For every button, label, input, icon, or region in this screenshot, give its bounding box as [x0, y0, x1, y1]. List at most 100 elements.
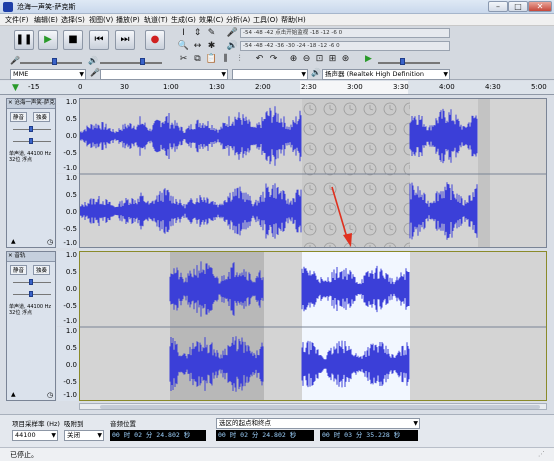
track1-pan-thumb[interactable]	[29, 138, 33, 144]
track1-solo-button[interactable]: 独奏	[33, 112, 51, 122]
toolbar-area: ❚❚ ▶ ■ ⏮ ⏭ ● I ⇕ ✎ 🔍 ↔ ✱ ✂ ⧉ 📋 ⫼ ⫶ ↶ ↷ ⊕…	[0, 26, 554, 80]
draw-tool-icon[interactable]: ✎	[205, 27, 218, 39]
track1-name[interactable]: 沧海一声笑-萨克	[14, 100, 55, 106]
audio-position-label: 音频位置	[110, 420, 136, 428]
track2-close-icon[interactable]: ✕	[7, 253, 13, 259]
record-button[interactable]: ●	[145, 30, 165, 50]
resize-grip-icon[interactable]: ⋰	[538, 450, 550, 460]
menu-track[interactable]: 轨道(T)	[141, 15, 171, 25]
selection-toolbar: 项目采样率 (Hz) 44100 ▼ 吸附到 关闭 ▼ 音频位置 00 时 02 分…	[0, 414, 554, 447]
timeshift-tool-icon[interactable]: ↔	[191, 40, 204, 52]
skip-start-button[interactable]: ⏮	[89, 30, 109, 50]
track2-collapse-icon[interactable]: ▲	[11, 391, 16, 398]
red-arrow-annotation	[331, 186, 352, 247]
redo-icon[interactable]: ↷	[267, 53, 280, 65]
selection-end-field[interactable]: 00 时 03 分 35.228 秒	[320, 430, 418, 441]
output-speaker-icon: 🔊	[311, 68, 321, 77]
play-speed-track[interactable]	[378, 62, 440, 64]
track1-waveform-area[interactable]	[79, 98, 547, 248]
track2-gain-thumb[interactable]	[29, 279, 33, 285]
menu-help[interactable]: 帮助(H)	[278, 15, 309, 25]
close-button[interactable]: ✕	[528, 1, 552, 12]
skip-end-button[interactable]: ⏭	[115, 30, 135, 50]
fit-selection-icon[interactable]: ⊡	[313, 53, 326, 65]
scrollbar-thumb[interactable]	[100, 405, 540, 409]
track2-select-icon[interactable]: ◷	[47, 391, 53, 399]
envelope-tool-icon[interactable]: ⇕	[191, 27, 204, 39]
menu-tools[interactable]: 工具(O)	[250, 15, 281, 25]
record-volume-thumb[interactable]	[52, 58, 57, 65]
selection-mode-select[interactable]: 选区的起点和终点 ▼	[216, 418, 420, 429]
selection-tool-icon[interactable]: I	[177, 27, 190, 39]
minimize-button[interactable]: –	[488, 1, 508, 12]
recording-device-select[interactable]: ▼	[100, 69, 228, 80]
zoom-toggle-icon[interactable]: ⊛	[339, 53, 352, 65]
zoom-out-icon[interactable]: ⊖	[300, 53, 313, 65]
track1-header[interactable]: ✕ 沧海一声笑-萨克	[7, 99, 55, 109]
track2-waveform-area[interactable]	[79, 251, 547, 401]
menu-view[interactable]: 视图(V)	[86, 15, 116, 25]
snap-to-select[interactable]: 关闭 ▼	[64, 430, 104, 441]
menu-effect[interactable]: 效果(C)	[196, 15, 226, 25]
playback-device-select[interactable]: 扬声器 (Realtek High Definition ▼	[322, 69, 450, 80]
track1-info: 单声道, 44100 Hz 32位 浮点	[9, 151, 52, 163]
silence-icon[interactable]: ⫶	[233, 53, 246, 65]
scale-label: 0.0	[65, 132, 77, 140]
scale-label: 0.5	[65, 115, 77, 123]
menu-analyze[interactable]: 分析(A)	[223, 15, 253, 25]
track2-mute-button[interactable]: 静音	[10, 265, 28, 275]
recording-channels-select[interactable]: ▼	[232, 69, 308, 80]
menu-generate[interactable]: 生成(G)	[168, 15, 199, 25]
track1-select-icon[interactable]: ◷	[47, 238, 53, 246]
track2-header[interactable]: ✕ 音轨	[7, 252, 55, 262]
menu-bar: 文件(F) 编辑(E) 选择(S) 视图(V) 播放(P) 轨道(T) 生成(G…	[0, 14, 554, 26]
menu-file[interactable]: 文件(F)	[2, 15, 32, 25]
multi-tool-icon[interactable]: ✱	[205, 40, 218, 52]
track1-control-panel[interactable]: ✕ 沧海一声笑-萨克 静音 独奏 单声道, 44100 Hz 32位 浮点 ▲ …	[6, 98, 56, 248]
fit-project-icon[interactable]: ⊞	[326, 53, 339, 65]
play-head-marker-icon[interactable]: ▼	[12, 83, 19, 93]
scale-label: -1.0	[63, 391, 77, 399]
track2-control-panel[interactable]: ✕ 音轨 静音 独奏 单声道, 44100 Hz 32位 浮点 ▲ ◷	[6, 251, 56, 401]
record-volume-track[interactable]	[20, 62, 82, 64]
copy-icon[interactable]: ⧉	[191, 53, 204, 65]
track2-pan-thumb[interactable]	[29, 291, 33, 297]
zoom-in-icon[interactable]: ⊕	[287, 53, 300, 65]
status-bar: 已停止。 ⋰	[0, 447, 554, 461]
play-speed-thumb[interactable]	[400, 58, 405, 65]
record-meter[interactable]: -54 -48 -42 点击开始监视 -18 -12 -6 0	[240, 28, 450, 38]
horizontal-scrollbar[interactable]	[79, 403, 547, 410]
play-at-speed-icon[interactable]: ▶	[362, 53, 375, 65]
selection-start-field[interactable]: 00 时 02 分 24.802 秒	[216, 430, 314, 441]
play-button[interactable]: ▶	[38, 30, 58, 50]
microphone-icon: 🎤	[226, 28, 239, 38]
track1-mute-button[interactable]: 静音	[10, 112, 28, 122]
tick-label: 3:30	[393, 83, 409, 91]
paste-icon[interactable]: 📋	[205, 53, 218, 65]
track2-solo-button[interactable]: 独奏	[33, 265, 51, 275]
audio-position-field[interactable]: 00 时 02 分 24.802 秒	[110, 430, 206, 441]
track1-close-icon[interactable]: ✕	[7, 100, 13, 106]
track2-name[interactable]: 音轨	[14, 253, 25, 259]
playback-volume-thumb[interactable]	[140, 58, 145, 65]
menu-select[interactable]: 选择(S)	[58, 15, 88, 25]
track1-gain-thumb[interactable]	[29, 126, 33, 132]
playback-device-value: 扬声器 (Realtek High Definition	[325, 70, 424, 78]
maximize-button[interactable]: □	[508, 1, 528, 12]
scale-label: 1.0	[65, 251, 77, 259]
trim-icon[interactable]: ⫼	[219, 53, 232, 65]
pause-button[interactable]: ❚❚	[14, 30, 34, 50]
timeline-ruler[interactable]: ▼ -15 0 30 1:00 1:30 2:00 2:30 3:00 3:30…	[0, 81, 554, 95]
cut-icon[interactable]: ✂	[177, 53, 190, 65]
menu-edit[interactable]: 编辑(E)	[31, 15, 61, 25]
zoom-tool-icon[interactable]: 🔍	[177, 40, 190, 52]
project-rate-select[interactable]: 44100 ▼	[12, 430, 58, 441]
audio-host-select[interactable]: MME ▼	[10, 69, 86, 80]
playback-meter[interactable]: -54 -48 -42 -36 -30 -24 -18 -12 -6 0	[240, 41, 450, 51]
undo-icon[interactable]: ↶	[253, 53, 266, 65]
track1-collapse-icon[interactable]: ▲	[11, 238, 16, 245]
stop-button[interactable]: ■	[63, 30, 83, 50]
playback-volume-track[interactable]	[100, 62, 162, 64]
menu-play[interactable]: 播放(P)	[113, 15, 143, 25]
tick-label: 4:00	[439, 83, 455, 91]
